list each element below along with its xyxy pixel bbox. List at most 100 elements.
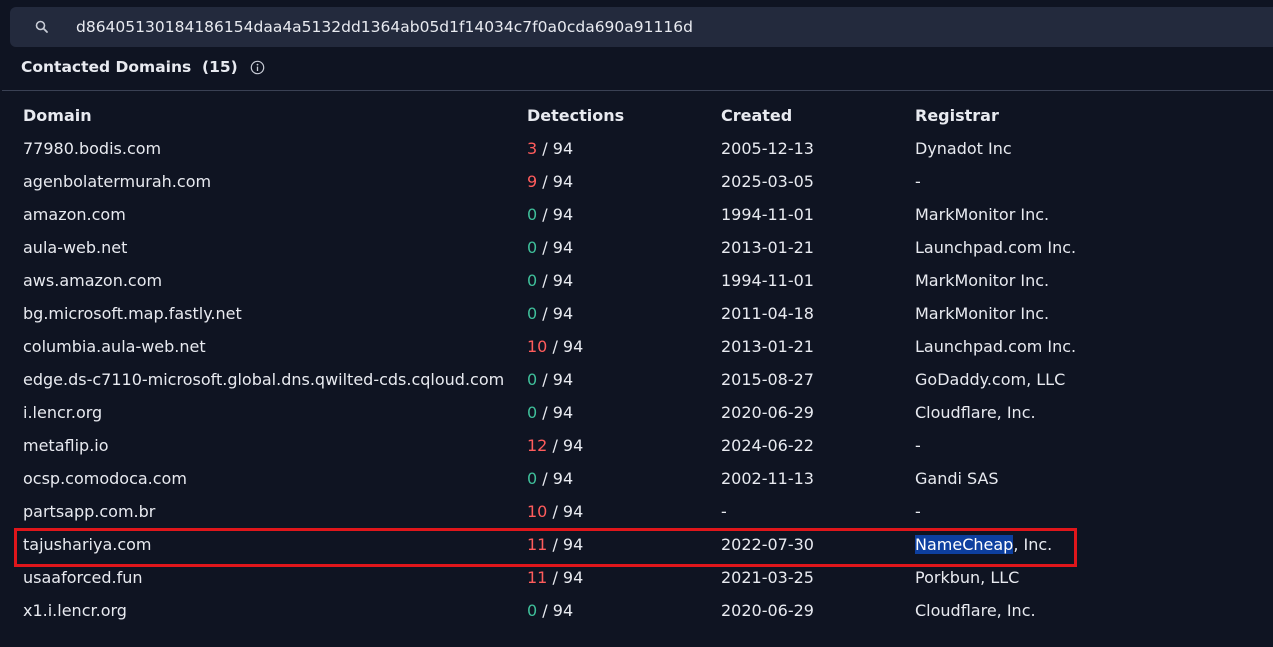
registrar-name: -: [915, 502, 921, 521]
detections-cell: 0 / 94: [527, 396, 573, 429]
registrar-rest: , Inc.: [1013, 535, 1053, 554]
detections-cell: 10 / 94: [527, 495, 583, 528]
detections-total: / 94: [542, 403, 574, 422]
table-row[interactable]: agenbolatermurah.com 9 / 94 2025-03-05 -: [0, 165, 1273, 198]
domain-link[interactable]: x1.i.lencr.org: [23, 594, 127, 627]
detections-count: 11: [527, 568, 548, 587]
search-input[interactable]: [76, 7, 1226, 47]
created-date: 2015-08-27: [721, 370, 814, 389]
selected-text: NameCheap: [915, 535, 1014, 554]
domain-link[interactable]: ocsp.comodoca.com: [23, 462, 187, 495]
detections-count: 3: [527, 139, 538, 158]
detections-cell: 0 / 94: [527, 198, 573, 231]
detections-total: / 94: [542, 370, 574, 389]
detections-cell: 0 / 94: [527, 363, 573, 396]
domain-link[interactable]: aula-web.net: [23, 231, 127, 264]
detections-count: 0: [527, 304, 538, 323]
created-date: 2013-01-21: [721, 238, 814, 257]
detections-total: / 94: [552, 502, 584, 521]
detections-count: 0: [527, 469, 538, 488]
detections-count: 0: [527, 370, 538, 389]
domain-link[interactable]: i.lencr.org: [23, 396, 102, 429]
contacted-domains-table: Domain Detections Created Registrar 7798…: [0, 99, 1273, 627]
table-row[interactable]: aula-web.net 0 / 94 2013-01-21 Launchpad.co…: [0, 231, 1273, 264]
created-date: 2020-06-29: [721, 601, 814, 620]
detections-total: / 94: [552, 337, 584, 356]
detections-cell: 0 / 94: [527, 462, 573, 495]
detections-count: 0: [527, 238, 538, 257]
created-date: 2020-06-29: [721, 403, 814, 422]
domain-link[interactable]: amazon.com: [23, 198, 126, 231]
created-date: 2011-04-18: [721, 304, 814, 323]
registrar-name: MarkMonitor Inc.: [915, 205, 1050, 224]
table-row[interactable]: edge.ds-c7110-microsoft.global.dns.qwilt…: [0, 363, 1273, 396]
table-row[interactable]: bg.microsoft.map.fastly.net 0 / 94 2011-04…: [0, 297, 1273, 330]
registrar-name: Cloudflare, Inc.: [915, 601, 1036, 620]
detections-count: 12: [527, 436, 548, 455]
detections-cell: 11 / 94: [527, 561, 583, 594]
table-row[interactable]: amazon.com 0 / 94 1994-11-01 MarkMonitor In…: [0, 198, 1273, 231]
created-date: 1994-11-01: [721, 205, 814, 224]
domain-link[interactable]: aws.amazon.com: [23, 264, 162, 297]
table-row[interactable]: i.lencr.org 0 / 94 2020-06-29 Cloudflare, I…: [0, 396, 1273, 429]
info-icon[interactable]: [250, 60, 265, 75]
created-date: 2013-01-21: [721, 337, 814, 356]
table-body: 77980.bodis.com 3 / 94 2005-12-13 Dynadot I…: [0, 132, 1273, 627]
created-date: 2022-07-30: [721, 535, 814, 554]
detections-total: / 94: [552, 535, 584, 554]
domain-link[interactable]: usaaforced.fun: [23, 561, 143, 594]
domain-link[interactable]: bg.microsoft.map.fastly.net: [23, 297, 242, 330]
domain-link[interactable]: columbia.aula-web.net: [23, 330, 206, 363]
table-row[interactable]: 77980.bodis.com 3 / 94 2005-12-13 Dynadot I…: [0, 132, 1273, 165]
detections-cell: 11 / 94: [527, 528, 583, 561]
domain-link[interactable]: metaflip.io: [23, 429, 109, 462]
table-row[interactable]: x1.i.lencr.org 0 / 94 2020-06-29 Cloudflare…: [0, 594, 1273, 627]
detections-count: 0: [527, 271, 538, 290]
domain-link[interactable]: partsapp.com.br: [23, 495, 155, 528]
detections-cell: 0 / 94: [527, 297, 573, 330]
column-header-registrar[interactable]: Registrar: [915, 99, 999, 132]
detections-total: / 94: [542, 601, 574, 620]
search-icon[interactable]: [34, 19, 50, 35]
detections-cell: 3 / 94: [527, 132, 573, 165]
table-row[interactable]: aws.amazon.com 0 / 94 1994-11-01 MarkMonito…: [0, 264, 1273, 297]
registrar-name: Launchpad.com Inc.: [915, 337, 1077, 356]
created-date: -: [721, 502, 727, 521]
registrar-name: GoDaddy.com, LLC: [915, 370, 1066, 389]
table-row[interactable]: columbia.aula-web.net 10 / 94 2013-01-21 La…: [0, 330, 1273, 363]
table-row[interactable]: partsapp.com.br 10 / 94 - -: [0, 495, 1273, 528]
table-header-row: Domain Detections Created Registrar: [0, 99, 1273, 132]
created-date: 2024-06-22: [721, 436, 814, 455]
domain-link[interactable]: edge.ds-c7110-microsoft.global.dns.qwilt…: [23, 363, 504, 396]
detections-count: 0: [527, 205, 538, 224]
detections-count: 0: [527, 601, 538, 620]
table-row[interactable]: tajushariya.com 11 / 94 2022-07-30 NameChea…: [0, 528, 1273, 561]
registrar-name: MarkMonitor Inc.: [915, 271, 1050, 290]
detections-cell: 9 / 94: [527, 165, 573, 198]
detections-cell: 10 / 94: [527, 330, 583, 363]
detections-cell: 12 / 94: [527, 429, 583, 462]
registrar-name: Gandi SAS: [915, 469, 999, 488]
column-header-detections[interactable]: Detections: [527, 99, 624, 132]
table-row[interactable]: usaaforced.fun 11 / 94 2021-03-25 Porkbun, …: [0, 561, 1273, 594]
table-row[interactable]: metaflip.io 12 / 94 2024-06-22 -: [0, 429, 1273, 462]
section-count: (15): [202, 58, 238, 76]
domain-link[interactable]: agenbolatermurah.com: [23, 165, 211, 198]
column-header-domain[interactable]: Domain: [23, 99, 92, 132]
detections-count: 9: [527, 172, 538, 191]
created-date: 2005-12-13: [721, 139, 814, 158]
table-row[interactable]: ocsp.comodoca.com 0 / 94 2002-11-13 Gandi S…: [0, 462, 1273, 495]
created-date: 2025-03-05: [721, 172, 814, 191]
created-date: 2021-03-25: [721, 568, 814, 587]
domain-link[interactable]: tajushariya.com: [23, 528, 152, 561]
detections-total: / 94: [542, 139, 574, 158]
registrar-name: -: [915, 436, 921, 455]
search-bar[interactable]: [10, 7, 1273, 47]
section-header: Contacted Domains (15): [21, 56, 265, 78]
registrar-name: Dynadot Inc: [915, 139, 1012, 158]
detections-total: / 94: [552, 436, 584, 455]
column-header-created[interactable]: Created: [721, 99, 792, 132]
detections-count: 10: [527, 337, 548, 356]
domain-link[interactable]: 77980.bodis.com: [23, 132, 161, 165]
detections-total: / 94: [542, 304, 574, 323]
